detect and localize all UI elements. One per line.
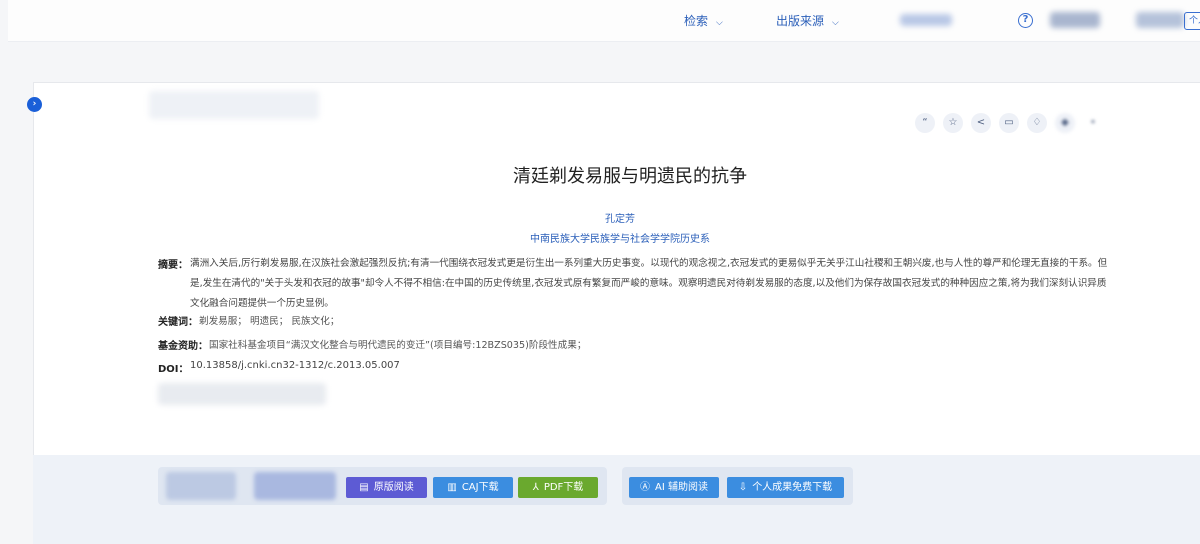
chevron-down-icon: ⌵ (832, 18, 839, 28)
blurred-nav-item[interactable] (900, 14, 952, 26)
keywords-label: 关键词： (158, 317, 198, 328)
blurred-ad-thumbnail[interactable] (254, 472, 336, 500)
organization-link[interactable]: 中南民族大学民族学与社会学学院历史系 (0, 230, 1200, 245)
article-title: 清廷剃发易服与明遗民的抗争 (513, 166, 747, 187)
ai-read-button[interactable]: Ⓐ AI 辅助阅读 (629, 477, 719, 498)
publication-source-label: 出版来源 (776, 14, 825, 28)
fund-text[interactable]: 国家社科基金项目“满汉文化整合与明代遗民的变迁”(项目编号:12BZS035)阶… (209, 337, 586, 351)
abstract-label: 摘要： (158, 260, 188, 271)
open-book-icon: ▥ (447, 482, 457, 493)
original-read-button[interactable]: ▤ 原版阅读 (346, 477, 427, 498)
pdf-download-button[interactable]: ⅄ PDF下载 (518, 477, 598, 498)
bell-icon[interactable]: ♢ (1027, 113, 1047, 133)
blurred-cover-thumbnail[interactable] (166, 472, 236, 500)
keywords-list[interactable]: 剃发易服； 明遗民； 民族文化； (199, 313, 339, 327)
help-icon[interactable]: ? (1018, 13, 1033, 28)
ai-icon: Ⓐ (640, 482, 651, 493)
publication-source-menu[interactable]: 出版来源 ⌵ (776, 12, 839, 29)
doi-label: DOI： (158, 364, 189, 375)
personal-center-button[interactable]: 个人 (1184, 12, 1200, 30)
fund-label: 基金资助： (158, 341, 208, 352)
share-icon[interactable]: < (971, 113, 991, 133)
translate-icon[interactable]: • (1083, 113, 1103, 133)
blurred-breadcrumb (149, 91, 319, 119)
ai-read-label: AI 辅助阅读 (655, 482, 708, 493)
caj-download-label: CAJ下载 (461, 482, 499, 493)
sidebar-expand-icon[interactable]: › (27, 97, 42, 112)
blurred-user-name[interactable] (1136, 12, 1184, 28)
search-menu[interactable]: 检索 ⌵ (684, 12, 723, 29)
download-icon: ⇩ (738, 482, 748, 493)
book-icon: ▤ (359, 482, 369, 493)
quote-icon[interactable]: “ (915, 113, 935, 133)
chevron-down-icon: ⌵ (716, 18, 723, 28)
personal-download-button[interactable]: ⇩ 个人成果免费下载 (727, 477, 844, 498)
caj-download-button[interactable]: ▥ CAJ下载 (433, 477, 513, 498)
abstract-text: 满洲入关后,厉行剃发易服,在汉族社会激起强烈反抗;有清一代围绕衣冠发式更是衍生出… (190, 258, 1108, 309)
star-icon[interactable]: ☆ (943, 113, 963, 133)
personal-download-label: 个人成果免费下载 (752, 482, 833, 493)
search-menu-label: 检索 (684, 14, 709, 28)
print-icon[interactable]: ▭ (999, 113, 1019, 133)
more-icon[interactable]: ◆ (1055, 113, 1075, 133)
doi-value: 10.13858/j.cnki.cn32-1312/c.2013.05.007 (190, 360, 400, 371)
original-read-label: 原版阅读 (373, 482, 414, 493)
pdf-icon: ⅄ (532, 482, 539, 493)
blurred-user-area[interactable] (1050, 12, 1100, 28)
author-link[interactable]: 孔定芳 (0, 210, 1200, 225)
blurred-extra-info (158, 383, 326, 405)
pdf-download-label: PDF下载 (543, 482, 584, 493)
